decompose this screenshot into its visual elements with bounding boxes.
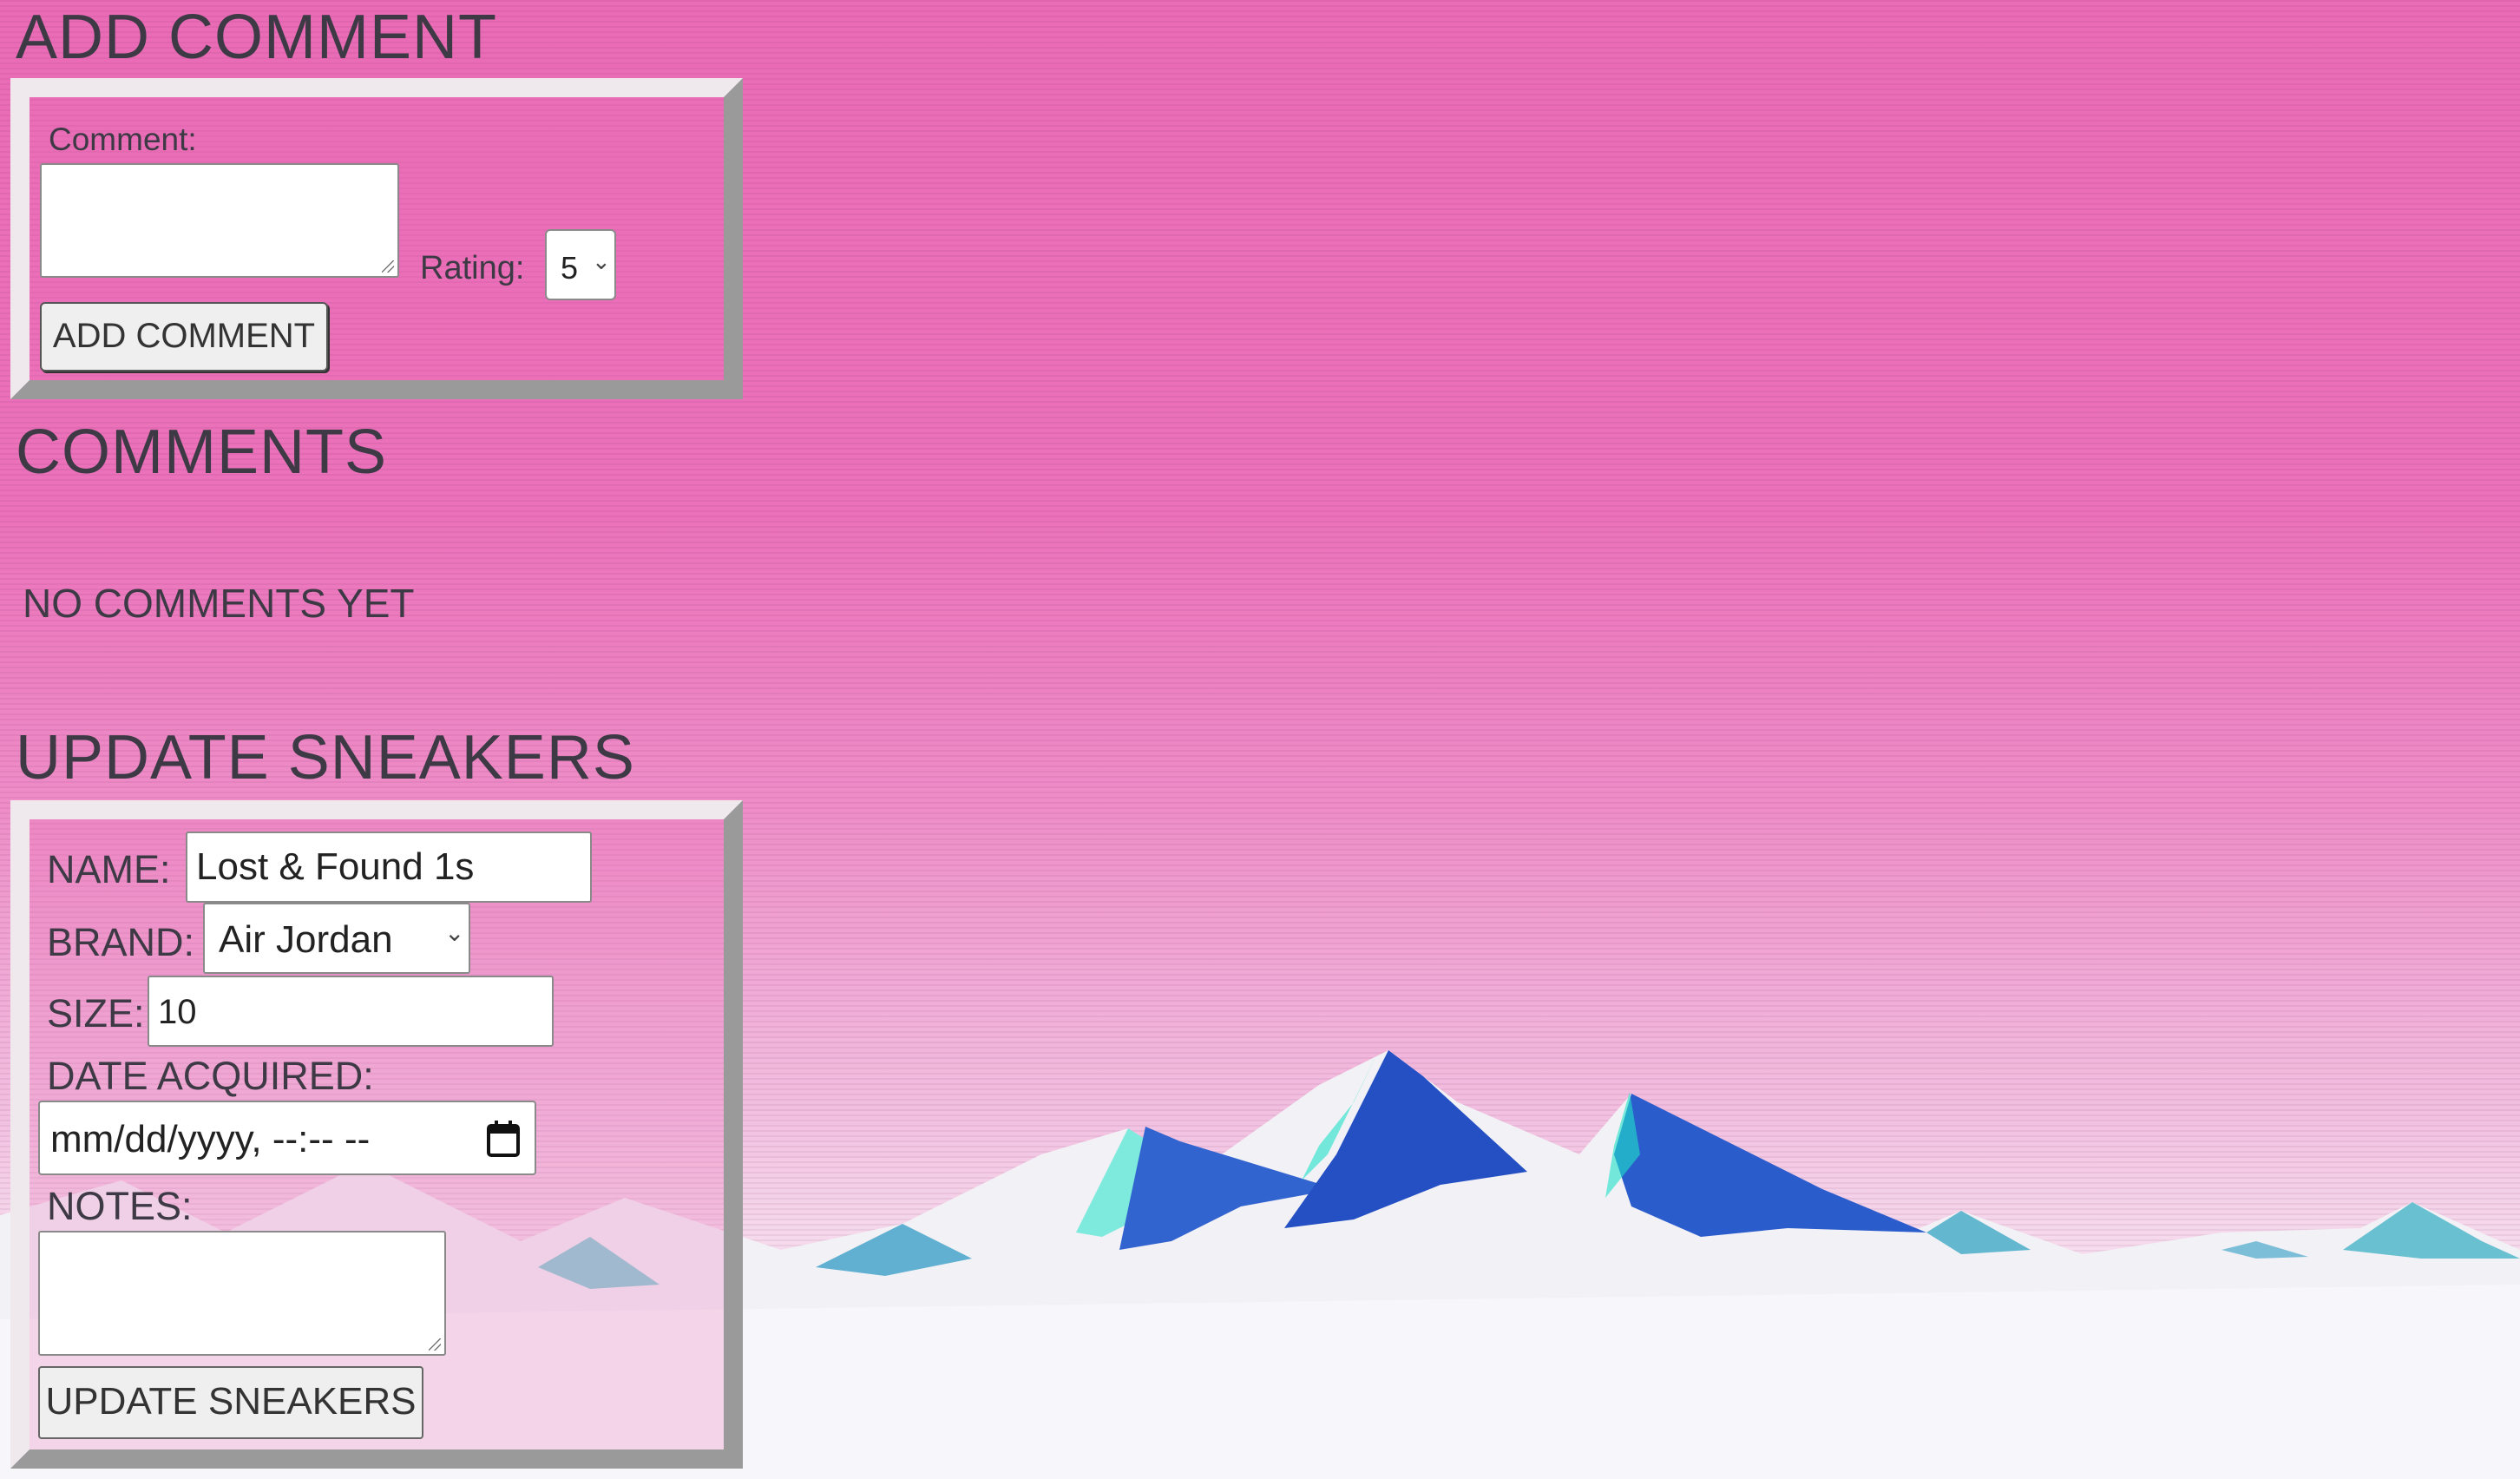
no-comments-message: NO COMMENTS YET bbox=[23, 581, 415, 626]
brand-label: BRAND: bbox=[47, 920, 195, 964]
comment-label: Comment: bbox=[49, 122, 197, 157]
date-placeholder: mm/dd/yyyy, --:-- -- bbox=[50, 1118, 371, 1160]
rating-value: 5 bbox=[561, 250, 579, 286]
update-sneakers-heading: UPDATE SNEAKERS bbox=[16, 723, 635, 792]
add-comment-heading: ADD COMMENT bbox=[16, 3, 497, 72]
calendar-icon[interactable] bbox=[486, 1120, 521, 1158]
notes-textarea[interactable] bbox=[38, 1231, 446, 1356]
size-input[interactable]: 10 bbox=[148, 976, 554, 1047]
page-content: ADD COMMENT Comment: Rating: 5 ⌄ ADD COM… bbox=[0, 0, 2520, 1479]
size-label: SIZE: bbox=[47, 991, 145, 1035]
comment-textarea[interactable] bbox=[40, 163, 399, 278]
update-sneakers-button[interactable]: UPDATE SNEAKERS bbox=[38, 1366, 423, 1439]
brand-select[interactable]: Air Jordan ⌄ bbox=[203, 903, 470, 974]
add-comment-button[interactable]: ADD COMMENT bbox=[40, 302, 328, 371]
name-input[interactable]: Lost & Found 1s bbox=[186, 832, 592, 903]
comments-heading: COMMENTS bbox=[16, 417, 387, 487]
name-label: NAME: bbox=[47, 847, 171, 891]
chevron-down-icon: ⌄ bbox=[592, 248, 611, 274]
resize-handle-icon[interactable] bbox=[382, 260, 394, 273]
notes-label: NOTES: bbox=[47, 1184, 193, 1228]
date-acquired-input[interactable]: mm/dd/yyyy, --:-- -- bbox=[38, 1101, 536, 1175]
resize-handle-icon[interactable] bbox=[429, 1338, 441, 1351]
rating-select[interactable]: 5 ⌄ bbox=[545, 229, 616, 300]
chevron-down-icon: ⌄ bbox=[444, 919, 465, 946]
date-acquired-label: DATE ACQUIRED: bbox=[47, 1054, 374, 1098]
rating-label: Rating: bbox=[420, 250, 525, 286]
brand-value: Air Jordan bbox=[219, 918, 393, 961]
